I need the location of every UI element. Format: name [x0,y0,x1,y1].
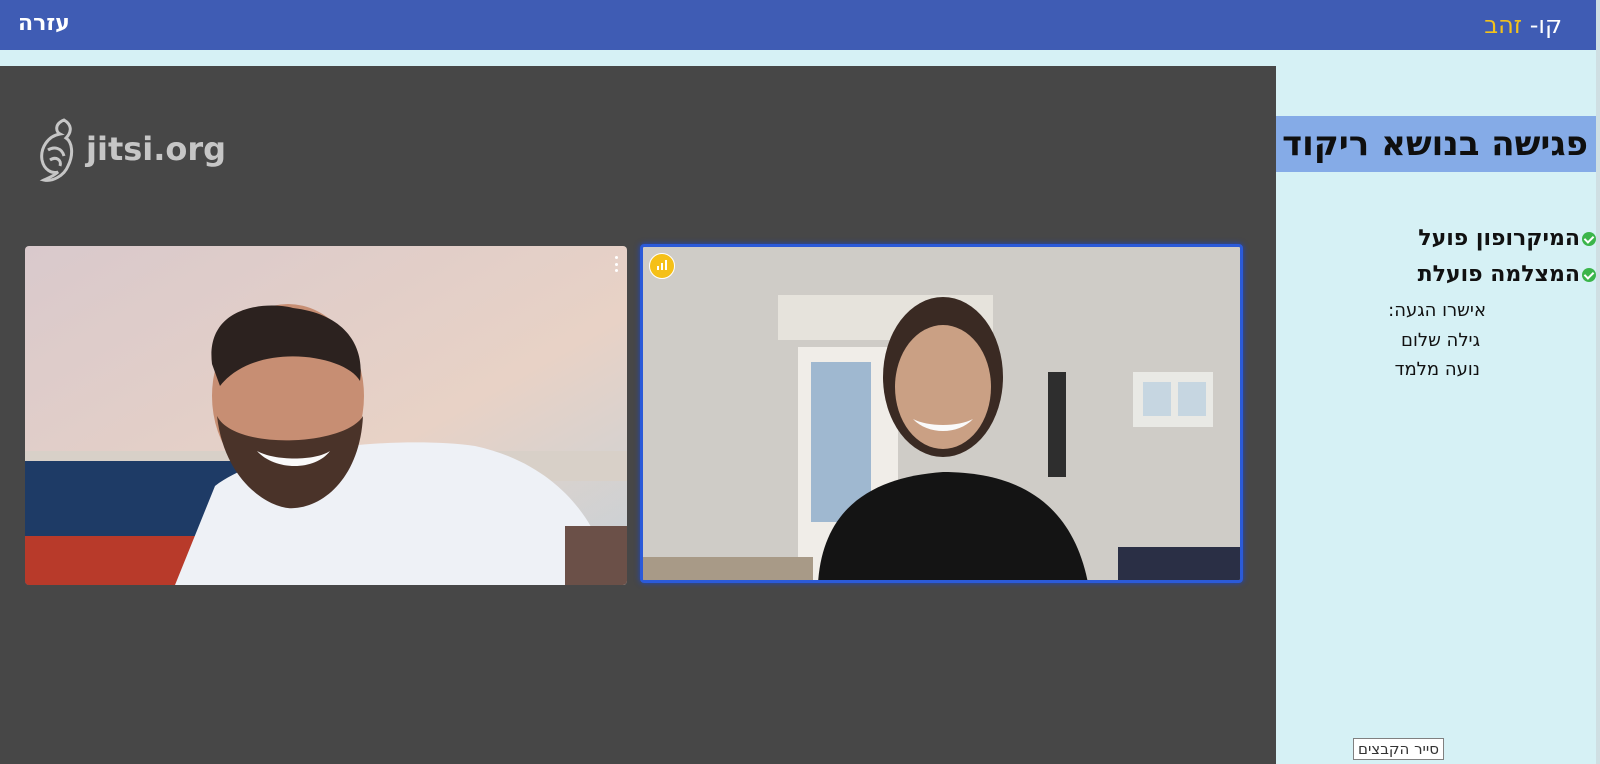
jitsi-logo-icon [39,118,74,182]
more-vertical-icon[interactable] [613,256,619,272]
participant-video-left [25,246,627,585]
top-bar: עזרה קו- זהב [0,0,1596,50]
camera-status: המצלמה פועלת [1418,262,1596,287]
file-explorer-tooltip: סייר הקבצים [1353,738,1444,760]
microphone-status: המיקרופון פועל [1418,226,1596,251]
jitsi-watermark: jitsi.org [34,116,226,182]
participant-video-tile-right[interactable] [640,244,1243,583]
check-circle-icon [1582,267,1596,282]
meeting-title: פגישה בנושא ריקוד [1276,116,1596,172]
participant-video-right [643,247,1240,580]
arrival-item: נועה מלמד [1394,359,1480,380]
audio-level-icon [649,253,675,279]
arrivals-heading: אישרו הגעה: [1388,300,1486,321]
participant-video-tile-left[interactable] [25,246,627,585]
arrival-item: גילה שלום [1401,330,1480,351]
page-scrollbar[interactable] [1596,0,1600,764]
brand-title: קו- זהב [1484,11,1562,39]
microphone-status-label: המיקרופון פועל [1418,226,1580,251]
brand-highlight: זהב [1484,11,1523,39]
jitsi-watermark-text: jitsi.org [86,130,227,168]
brand-prefix: קו- [1529,11,1562,39]
help-link[interactable]: עזרה [18,11,70,36]
check-circle-icon [1582,231,1596,246]
camera-status-label: המצלמה פועלת [1417,262,1580,287]
video-stage: jitsi.org [0,66,1276,764]
sidebar-panel: פגישה בנושא ריקוד המיקרופון פועל המצלמה … [1276,66,1596,764]
